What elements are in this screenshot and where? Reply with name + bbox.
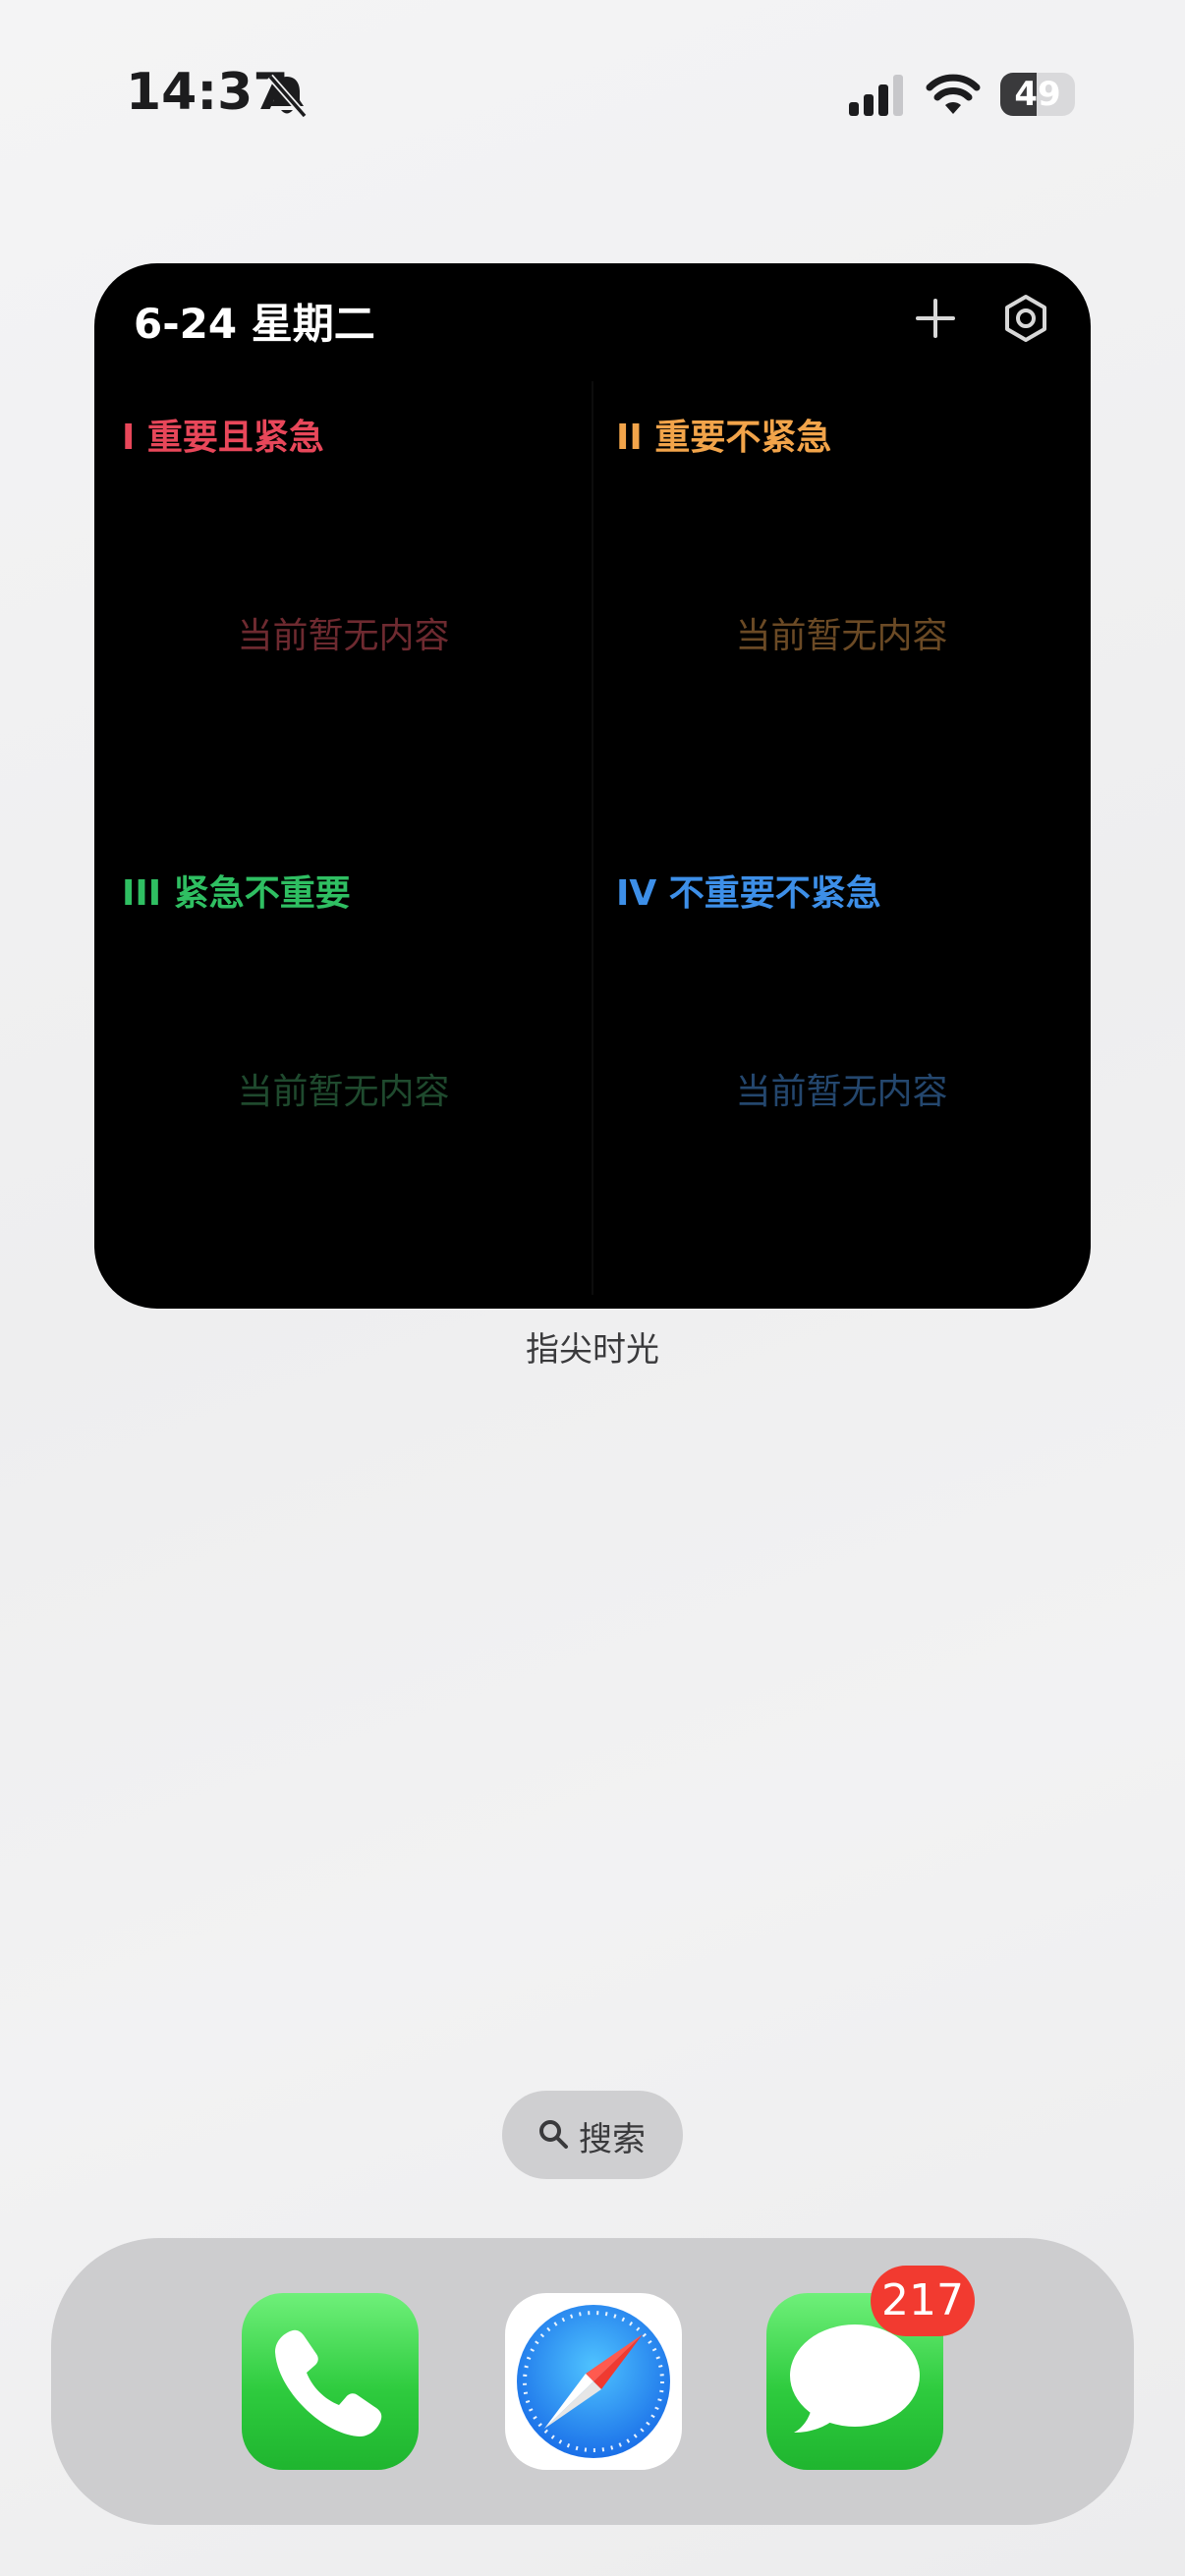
notification-badge: 217 (871, 2266, 975, 2336)
app-messages[interactable]: 217 (766, 2266, 975, 2470)
wifi-icon (926, 74, 981, 114)
compass-icon (517, 2305, 670, 2458)
widget-label: 指尖时光 (526, 1330, 659, 1370)
bell-slash-icon (267, 74, 308, 119)
search-icon (539, 2120, 568, 2149)
quadrant-empty-text: 当前暂无内容 (237, 1072, 450, 1112)
priority-matrix-widget[interactable]: 6-24 星期二 I 重要且紧急 当前暂无内容 II 重要不紧急 当前暂无内容 … (94, 263, 1091, 1309)
phone-icon (275, 2329, 382, 2436)
status-bar: 14:37 49 (0, 0, 1185, 196)
search-label: 搜索 (579, 2120, 646, 2159)
quadrant-not-important-not-urgent[interactable]: IV 不重要不紧急 当前暂无内容 (592, 719, 1091, 1175)
quadrant-title: II 重要不紧急 (616, 418, 832, 458)
quadrant-important-not-urgent[interactable]: II 重要不紧急 当前暂无内容 (592, 263, 1091, 719)
quadrant-title: IV 不重要不紧急 (616, 873, 881, 914)
cellular-signal-icon (849, 75, 903, 116)
quadrant-title: I 重要且紧急 (122, 418, 324, 458)
battery-level: 49 (1014, 75, 1061, 114)
quadrant-empty-text: 当前暂无内容 (735, 1072, 948, 1112)
dock: 217 (51, 2238, 1134, 2525)
quadrant-empty-text: 当前暂无内容 (237, 616, 450, 656)
search-button[interactable]: 搜索 (502, 2091, 683, 2179)
app-phone[interactable] (242, 2293, 419, 2470)
quadrant-urgent-not-important[interactable]: III 紧急不重要 当前暂无内容 (94, 719, 592, 1175)
quadrant-empty-text: 当前暂无内容 (735, 616, 948, 656)
status-time: 14:37 (126, 63, 289, 122)
app-safari[interactable] (505, 2293, 682, 2470)
quadrant-title: III 紧急不重要 (122, 873, 351, 914)
battery-icon: 49 (1000, 73, 1075, 116)
quadrant-important-urgent[interactable]: I 重要且紧急 当前暂无内容 (94, 263, 592, 719)
